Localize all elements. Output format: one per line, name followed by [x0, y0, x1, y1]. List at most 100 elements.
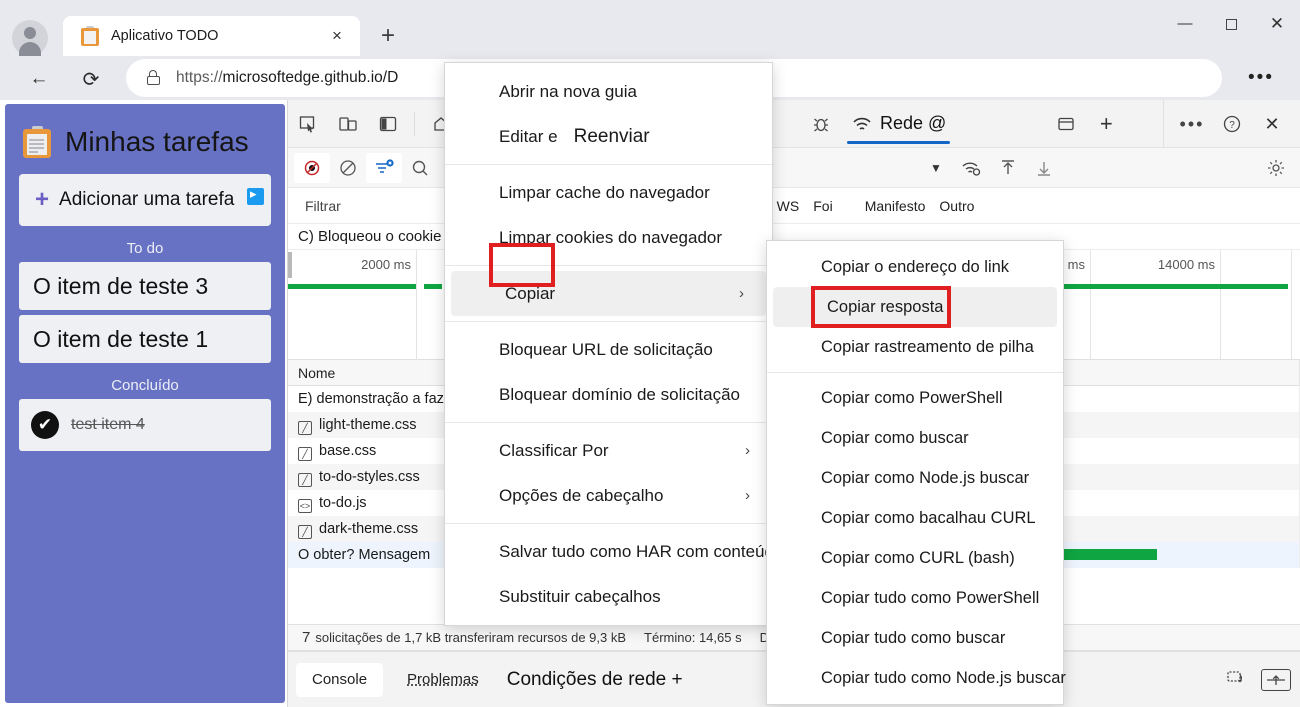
menu-item-copiar-tudo-como-powershell[interactable]: Copiar tudo como PowerShell: [767, 578, 1063, 618]
request-count: 7: [302, 629, 311, 646]
menu-item-copiar-resposta[interactable]: Copiar resposta: [773, 287, 1057, 327]
restore-drawer-icon[interactable]: [1225, 666, 1247, 693]
context-menu[interactable]: Abrir na nova guia Editar e Reenviar Lim…: [444, 62, 783, 626]
browser-tab[interactable]: Aplicativo TODO ×: [63, 16, 360, 56]
reload-icon[interactable]: ⟳: [74, 62, 108, 96]
list-item[interactable]: O item de teste 3: [19, 262, 271, 310]
menu-item-label: Copiar como PowerShell: [821, 388, 1003, 407]
overview-scrollbar[interactable]: [288, 252, 292, 278]
menu-item-label: Substituir cabeçalhos: [499, 586, 661, 606]
menu-item-abrir-nova-guia[interactable]: Abrir na nova guia: [445, 69, 772, 114]
section-label-done: Concluído: [111, 377, 179, 394]
filter-icon[interactable]: [366, 152, 402, 183]
new-tab-button[interactable]: +: [372, 20, 404, 52]
drawer-title: Condições de rede +: [506, 668, 683, 690]
menu-item-copiar-endereco-link[interactable]: Copiar o endereço do link: [767, 247, 1063, 287]
help-icon[interactable]: ?: [1212, 106, 1252, 142]
export-har-icon[interactable]: [1026, 153, 1062, 183]
request-name: base.css: [319, 443, 377, 459]
chevron-down-icon[interactable]: ▼: [918, 153, 954, 183]
type-filter[interactable]: Outro: [932, 198, 981, 214]
menu-item-label: Copiar como CURL (bash): [821, 548, 1015, 567]
back-icon[interactable]: ←: [22, 62, 56, 96]
menu-item-classificar-por[interactable]: Classificar Por ›: [445, 428, 772, 473]
type-filter[interactable]: WS: [770, 198, 807, 214]
search-icon[interactable]: [402, 153, 438, 183]
add-tab-button[interactable]: +: [1086, 106, 1126, 142]
network-conditions-icon[interactable]: [954, 153, 990, 183]
import-har-icon[interactable]: [990, 153, 1026, 183]
menu-item-bloquear-url[interactable]: Bloquear URL de solicitação: [445, 327, 772, 372]
record-stop-icon[interactable]: [294, 152, 330, 183]
menu-item-label: Abrir na nova guia: [499, 81, 637, 101]
css-file-icon: ╱: [298, 473, 312, 487]
context-submenu-copiar[interactable]: Copiar o endereço do link Copiar respost…: [766, 240, 1066, 705]
cursor-pointer-icon: [247, 186, 264, 205]
tab-console[interactable]: Console: [296, 662, 384, 697]
tab-title: Aplicativo TODO: [111, 28, 219, 44]
tab-problemas-label: Problemas: [407, 671, 479, 688]
menu-item-label: Limpar cache do navegador: [499, 182, 710, 202]
inspect-element-icon[interactable]: [288, 106, 328, 142]
css-file-icon: ╱: [298, 525, 312, 539]
task-label: O item de teste 1: [33, 325, 209, 352]
menu-item-copiar-como-curl-bash[interactable]: Copiar como CURL (bash): [767, 538, 1063, 578]
devtools-close-icon[interactable]: ✕: [1252, 106, 1292, 142]
menu-item-salvar-har[interactable]: Salvar tudo como HAR com conteúdo: [445, 529, 783, 574]
menu-item-limpar-cookies[interactable]: Limpar cookies do navegador: [445, 215, 772, 260]
device-toolbar-icon[interactable]: [328, 106, 368, 142]
menu-item-limpar-cache[interactable]: Limpar cache do navegador: [445, 170, 772, 215]
gear-icon[interactable]: [1258, 153, 1294, 183]
menu-item-copiar-como-bacalhau-curl[interactable]: Copiar como bacalhau CURL: [767, 498, 1063, 538]
menu-item-editar-reenviar[interactable]: Editar e Reenviar: [445, 114, 772, 159]
type-filter[interactable]: Foi: [806, 198, 839, 214]
task-label: test item 4: [71, 416, 145, 433]
profile-avatar[interactable]: [12, 20, 48, 56]
menu-item-copiar-tudo-como-buscar[interactable]: Copiar tudo como buscar: [767, 618, 1063, 658]
list-item-completed[interactable]: ✔ test item 4: [19, 399, 271, 451]
tab-rede[interactable]: Rede @: [841, 100, 956, 148]
browser-more-icon[interactable]: •••: [1246, 66, 1276, 90]
add-task-button[interactable]: + Adicionar uma tarefa: [19, 174, 271, 226]
check-icon[interactable]: ✔: [31, 411, 59, 439]
menu-item-copiar-como-nodejs-buscar[interactable]: Copiar como Node.js buscar: [767, 458, 1063, 498]
todo-app-panel: Minhas tarefas + Adicionar uma tarefa To…: [5, 104, 285, 703]
menu-separator: [445, 164, 772, 165]
overview-tick-label: 14000 ms: [1157, 257, 1215, 272]
menu-item-opcoes-cabecalho[interactable]: Opções de cabeçalho ›: [445, 473, 772, 518]
menu-item-substituir-cabecalhos[interactable]: Substituir cabeçalhos: [445, 574, 772, 619]
menu-item-copiar-como-powershell[interactable]: Copiar como PowerShell: [767, 378, 1063, 418]
minimize-icon[interactable]: —: [1162, 0, 1208, 48]
close-icon[interactable]: ×: [324, 23, 350, 49]
type-filter[interactable]: Manifesto: [858, 198, 933, 214]
more-tabs-icon[interactable]: [1046, 106, 1086, 142]
menu-item-label: Copiar rastreamento de pilha: [821, 337, 1034, 356]
network-toolbar: ▼: [288, 148, 1300, 188]
request-name: dark-theme.css: [319, 521, 419, 537]
todo-title: Minhas tarefas: [65, 126, 249, 157]
menu-item-copiar[interactable]: Copiar ›: [451, 271, 766, 316]
menu-item-label: Copiar como bacalhau CURL: [821, 508, 1036, 527]
clear-prohibited-icon[interactable]: [330, 153, 366, 183]
devtools-more-icon[interactable]: •••: [1172, 106, 1212, 142]
close-window-icon[interactable]: ✕: [1254, 0, 1300, 48]
screen: Aplicativo TODO × + — ✕ ← ⟳ https://micr…: [0, 0, 1300, 707]
menu-item-bloquear-dominio[interactable]: Bloquear domínio de solicitação: [445, 372, 772, 417]
filter-input[interactable]: Filtrar: [298, 198, 448, 214]
dock-bottom-icon[interactable]: [1261, 668, 1291, 691]
clipboard-icon: [23, 126, 51, 158]
bug-icon[interactable]: [801, 106, 841, 142]
css-file-icon: ╱: [298, 421, 312, 435]
menu-item-copiar-rastreamento-pilha[interactable]: Copiar rastreamento de pilha: [767, 327, 1063, 367]
overview-tick-label: 2000 ms: [361, 257, 411, 272]
maximize-icon[interactable]: [1208, 0, 1254, 48]
menu-item-copiar-tudo-como-nodejs-buscar[interactable]: Copiar tudo como Node.js buscar: [767, 658, 1066, 698]
summary-text: solicitações de 1,7 kB transferiram recu…: [315, 630, 627, 645]
menu-item-label: Copiar como buscar: [821, 428, 969, 447]
menu-item-copiar-como-buscar[interactable]: Copiar como buscar: [767, 418, 1063, 458]
tab-problemas[interactable]: Problemas: [391, 663, 495, 697]
dock-side-icon[interactable]: [368, 106, 408, 142]
network-filter-row: Filtrar ch/XHR JS CSS Imp Mídia Fonte Do…: [288, 188, 1300, 224]
list-item[interactable]: O item de teste 1: [19, 315, 271, 363]
menu-separator: [445, 265, 772, 266]
